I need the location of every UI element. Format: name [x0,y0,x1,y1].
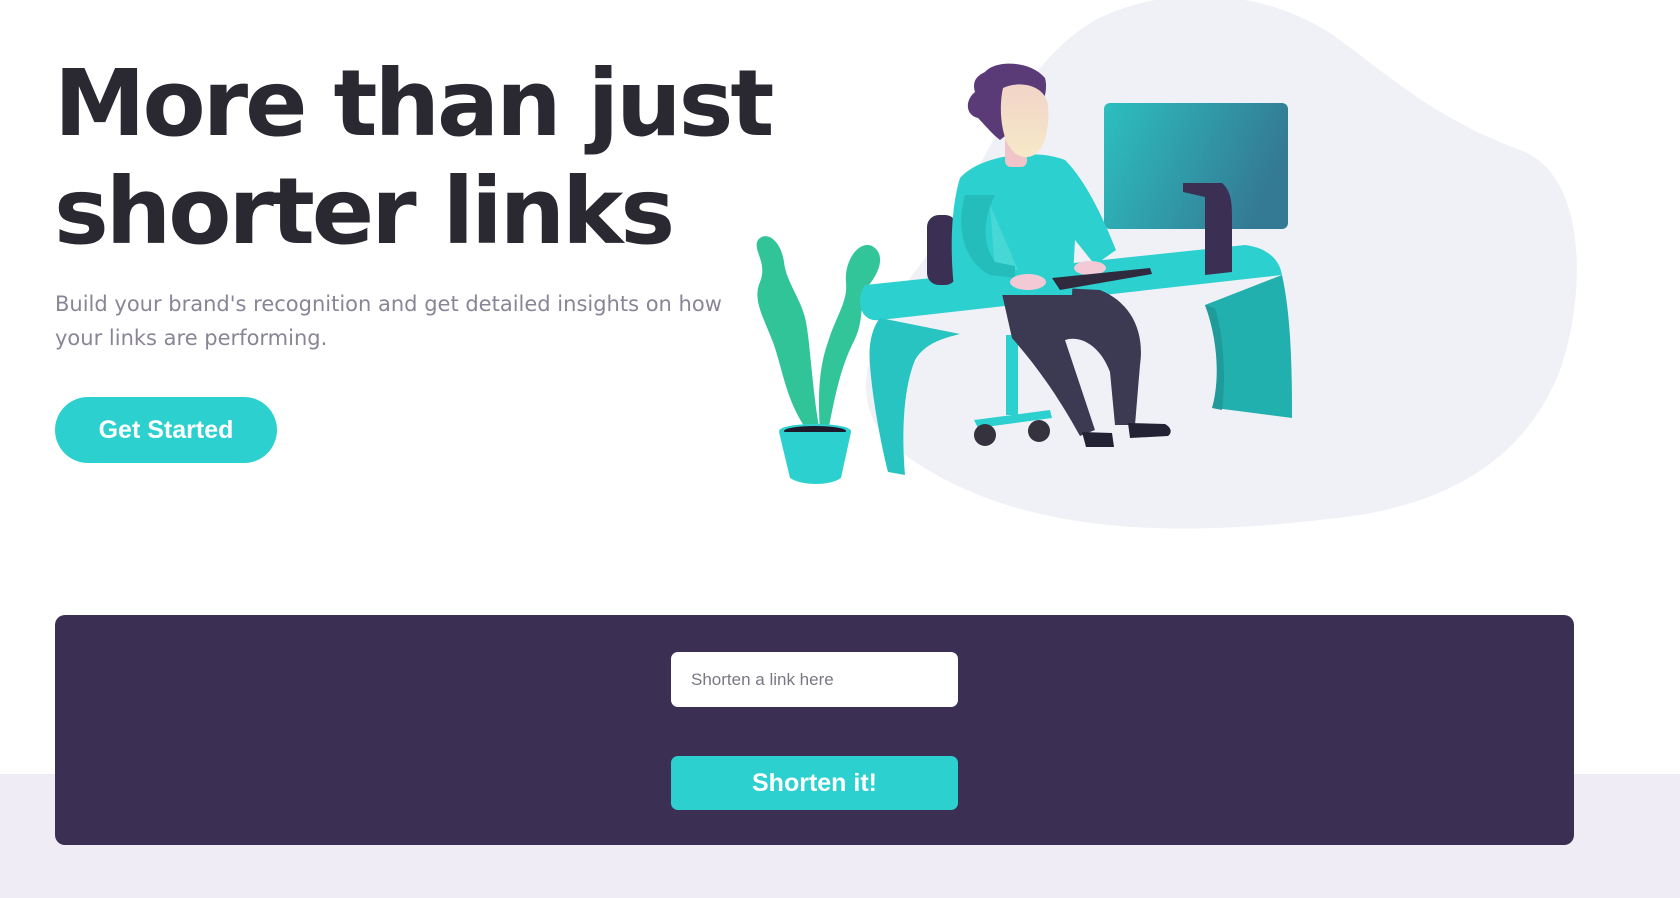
hero-subtitle: Build your brand's recognition and get d… [55,292,722,350]
monitor-screen [1104,103,1288,229]
person-hand [1010,274,1046,290]
plant-pot [779,432,851,484]
chair-wheel [974,424,996,446]
shorten-it-button[interactable]: Shorten it! [671,756,958,810]
chair-wheel [1028,420,1050,442]
shorten-panel: Shorten it! [55,615,1574,845]
plant-leaf-left [756,236,820,432]
chair-pole [1006,335,1018,415]
person-hand [1074,261,1106,275]
person-shoe [1082,432,1114,447]
person-shoe [1128,423,1171,438]
person-working-at-desk-illustration [756,0,1577,529]
get-started-button[interactable]: Get Started [55,397,277,463]
hero-title: More than just shorter links [54,50,774,265]
shorten-link-input[interactable] [671,652,958,707]
